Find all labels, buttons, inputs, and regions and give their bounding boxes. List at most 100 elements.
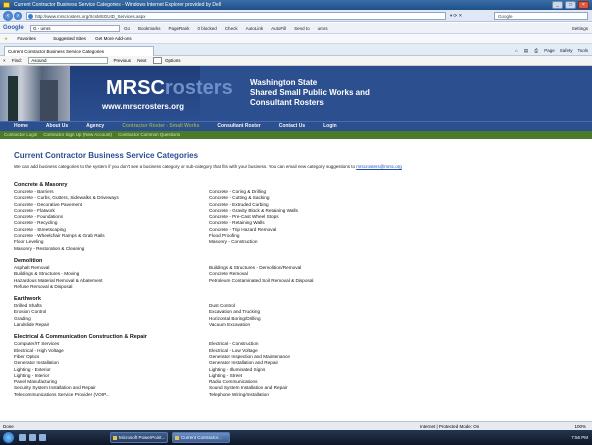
system-tray-clock: 7:56 PM [571, 435, 588, 440]
category-item: Telephone Wiring/Installation [209, 391, 269, 397]
google-toolbar-item[interactable]: PageRank [169, 26, 190, 31]
feeds-icon[interactable]: ▤ [524, 48, 528, 53]
status-text: Done [3, 424, 14, 429]
address-bar: ‹ › http://www.mrscrosters.org/ScsMSGUID… [0, 10, 592, 22]
home-icon[interactable]: ⌂ [515, 48, 518, 53]
category-column-left: Asphalt Removal Buildings & Structures - … [14, 265, 209, 290]
main-content: Current Contractor Business Service Cate… [0, 139, 592, 421]
command-safety-menu[interactable]: Safety [560, 48, 573, 53]
site-nav: Home About Us Agency Contractor Roster - Sm… [0, 121, 592, 131]
refresh-stop-icons[interactable]: ▾ ⟳ ✕ [450, 12, 490, 20]
category-item: Telecommunications Service Provider (VOI… [14, 391, 110, 397]
category-group-title: Earthwork [14, 296, 41, 303]
show-desktop-icon[interactable] [19, 434, 26, 441]
google-toolbar-item[interactable]: AutoLink [246, 26, 264, 31]
category-item: Refuse Removal & Disposal [14, 283, 73, 289]
sub-nav-link[interactable]: Contractor Common Questions [118, 132, 180, 137]
browser-tab[interactable]: Current Contractor Business Service Cate… [4, 46, 154, 56]
command-tools-menu[interactable]: Tools [577, 48, 588, 53]
command-page-menu[interactable]: Page [544, 48, 555, 53]
tab-bar: Current Contractor Business Service Cate… [0, 44, 592, 56]
site-title: Washington State Shared Small Public Wor… [250, 78, 370, 107]
google-toolbar-item[interactable]: umrs [318, 26, 328, 31]
favorite-get-addons[interactable]: Get More Add-ons [95, 36, 132, 41]
nav-item[interactable]: Contractor Roster - Small Works [122, 123, 199, 129]
nav-item[interactable]: Login [323, 123, 337, 129]
category-group-title: Concrete & Masonry [14, 182, 68, 188]
maximize-button[interactable]: □ [565, 1, 576, 9]
sub-nav-link[interactable]: Contractor Login [4, 132, 37, 137]
favorites-button[interactable]: ★ Favorites [4, 36, 44, 41]
find-label: Find: [11, 58, 22, 63]
category-column-right: Buildings & Structures - Demolition/Remo… [209, 265, 404, 290]
google-toolbar-items: Go Bookmarks PageRank 0 blocked Check AutoLin… [124, 23, 336, 34]
find-highlight-icon[interactable] [152, 57, 162, 65]
category-group: Demolition Asphalt Removal Buildings & Str… [14, 258, 584, 290]
back-button[interactable]: ‹ [3, 11, 13, 21]
google-toolbar-item[interactable]: 0 blocked [198, 26, 217, 31]
google-settings-button[interactable]: Settings [572, 23, 588, 34]
favorite-suggested-sites[interactable]: Suggested Sites [53, 36, 86, 41]
google-toolbar-item[interactable]: Check [225, 26, 238, 31]
category-group-title: Demolition [14, 257, 43, 264]
command-bar: ⌂ ▤ ⎙ Page Safety Tools [510, 46, 588, 55]
category-column-left: Drilled Shafts Erosion Control Grading Land… [14, 303, 209, 328]
forward-button[interactable]: › [14, 12, 22, 20]
nav-item[interactable]: About Us [46, 123, 68, 129]
nav-item[interactable]: Home [14, 123, 28, 129]
find-options-button[interactable]: Options [165, 58, 181, 63]
folder-quicklaunch-icon[interactable] [39, 434, 46, 441]
start-button[interactable] [2, 431, 15, 444]
google-toolbar: Google G - umrs Go Bookmarks PageRank 0 blo… [0, 23, 592, 34]
find-next-button[interactable]: Next [137, 58, 146, 63]
category-column-right: Concrete - Coring & Drilling Concrete - C… [209, 189, 404, 252]
taskbar-item-powerpoint[interactable]: Microsoft PowerPoint... [110, 432, 168, 443]
find-bar: × Find: Asound Previous Next Options [0, 56, 592, 66]
google-toolbar-item[interactable]: Send to [294, 26, 310, 31]
google-logo[interactable]: Google [3, 23, 24, 34]
category-column-right: Dust Control Excavation and Trucking Horiz… [209, 303, 404, 328]
print-icon[interactable]: ⎙ [534, 48, 538, 53]
window-controls: _ □ × [552, 1, 589, 9]
logo-url: www.mrscrosters.org [102, 102, 184, 111]
category-item: Masonry - Restoration & Cleaning [14, 245, 85, 251]
close-button[interactable]: × [578, 1, 589, 9]
ie-quicklaunch-icon[interactable] [29, 434, 36, 441]
sub-nav: Contractor Login Contractor Sign Up (New … [0, 131, 592, 139]
category-item: Masonry - Construction [209, 239, 258, 245]
page-title: Current Contractor Business Service Cate… [14, 151, 199, 160]
category-item: Petroleum Contaminated Soil Removal & Di… [209, 277, 314, 283]
url-input[interactable]: http://www.mrscrosters.org/ScsMSGUID_Ser… [26, 12, 446, 20]
email-link[interactable]: mrscrosters@mrsc.org [356, 164, 402, 169]
category-item: Vacuum Excavation [209, 322, 251, 328]
find-input[interactable]: Asound [28, 57, 109, 65]
google-toolbar-item[interactable]: AutoFill [271, 26, 286, 31]
category-item: Landslide Repair [14, 322, 50, 328]
category-groups: Concrete & Masonry Concrete - Barriers Con… [14, 182, 584, 404]
site-logo[interactable]: MRSCrosters www.mrscrosters.org [70, 66, 233, 121]
category-group-title: Electrical & Communication Construction … [14, 334, 147, 341]
favorites-bar: ★ Favorites Suggested Sites Get More Add… [0, 34, 592, 44]
find-close-icon[interactable]: × [3, 58, 6, 63]
minimize-button[interactable]: _ [552, 1, 563, 9]
site-header: MRSCrosters www.mrscrosters.org Washingt… [0, 66, 592, 121]
google-toolbar-item[interactable]: Go [124, 26, 130, 31]
ie-app-icon [3, 2, 10, 8]
category-column-left: Computer/IT Services Electrical - High Vo… [14, 341, 209, 398]
browser-search-input[interactable]: Google [494, 12, 588, 20]
window-title: Current Contractor Business Service Cate… [14, 2, 222, 8]
window-title-bar: Current Contractor Business Service Cate… [0, 0, 592, 10]
find-previous-button[interactable]: Previous [113, 58, 131, 63]
taskbar: Microsoft PowerPoint... Current Contract… [0, 430, 592, 445]
nav-item[interactable]: Consultant Roster [217, 123, 260, 129]
nav-item[interactable]: Agency [86, 123, 104, 129]
google-search-input[interactable]: G - umrs [30, 25, 120, 32]
google-toolbar-item[interactable]: Bookmarks [138, 26, 161, 31]
page-icon [28, 14, 33, 19]
sub-nav-link[interactable]: Contractor Sign Up (New Account) [43, 132, 112, 137]
taskbar-item-browser[interactable]: Current Contractor... [172, 432, 230, 443]
category-column-right: Electrical - Construction Electrical - Lo… [209, 341, 404, 398]
category-group: Earthwork Drilled Shafts Erosion Control Gr… [14, 296, 584, 328]
quick-launch [19, 434, 46, 441]
nav-item[interactable]: Contact Us [279, 123, 305, 129]
